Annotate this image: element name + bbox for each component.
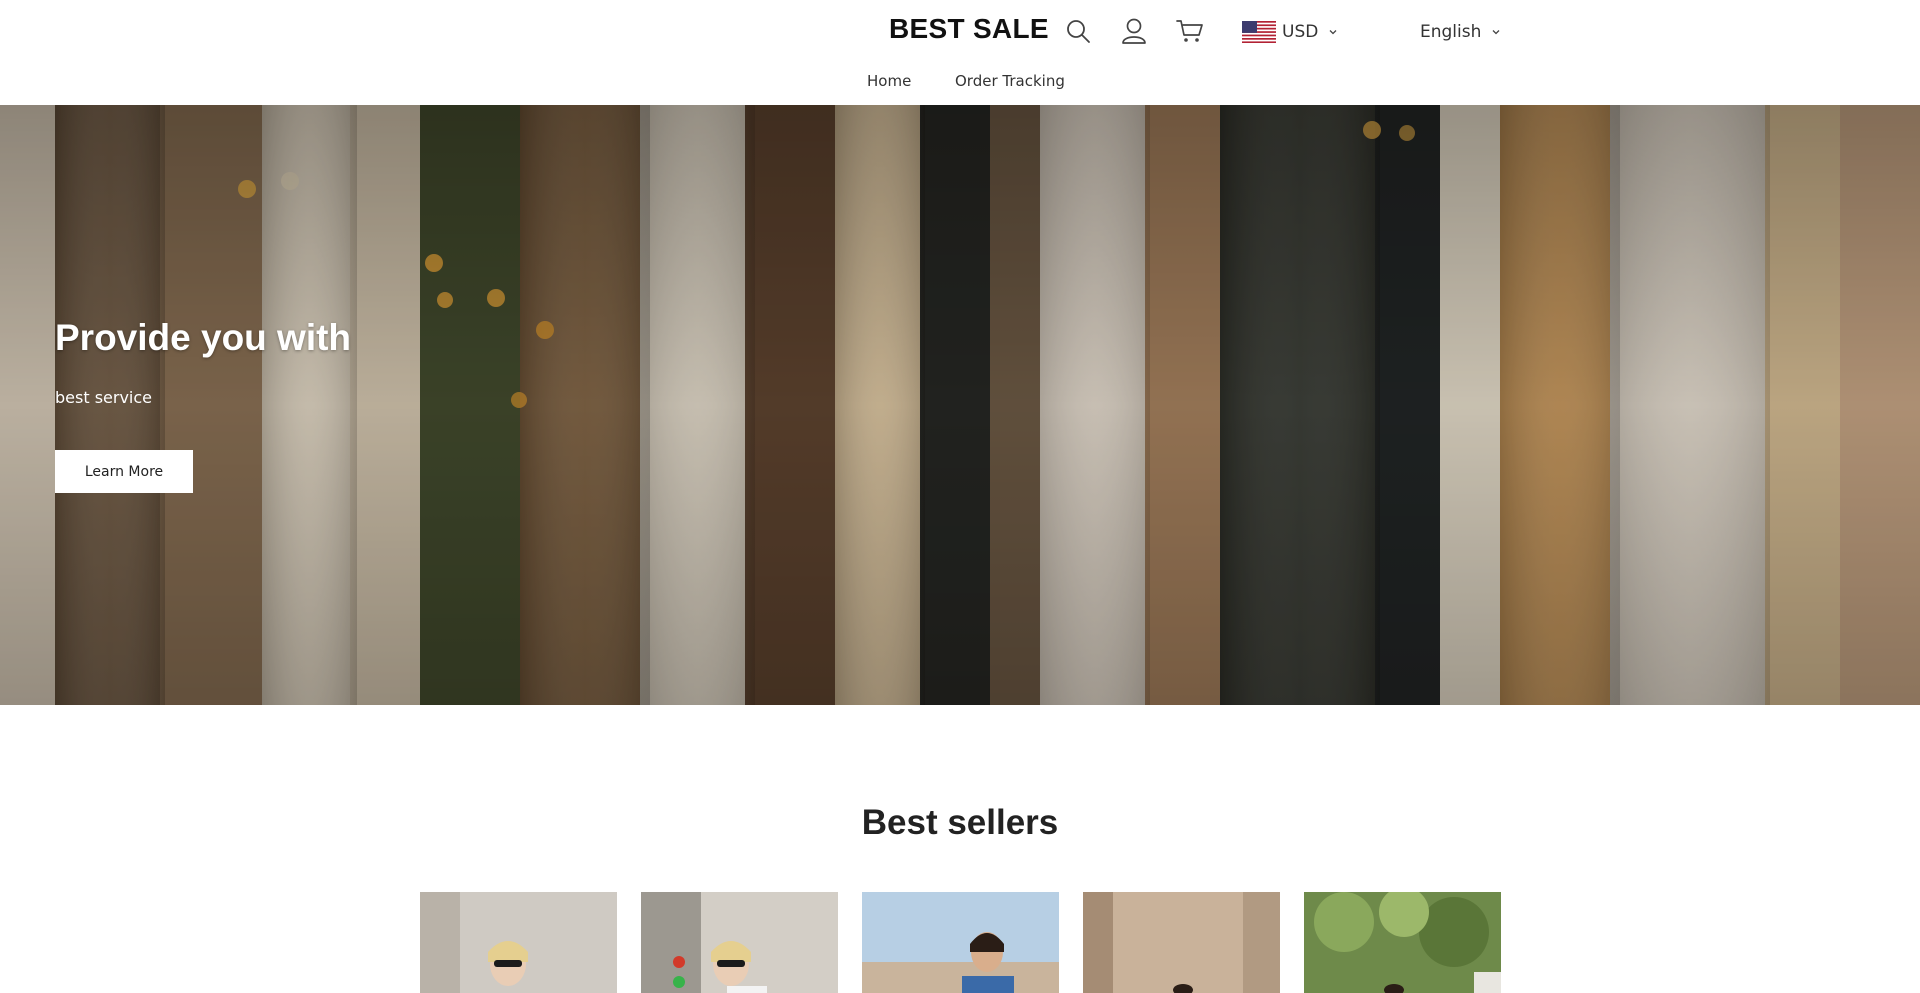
product-image-4	[1083, 892, 1280, 993]
product-image-1	[420, 892, 617, 993]
best-sellers-title: Best sellers	[861, 803, 1059, 842]
site-header: BEST SALE USD English Home Order Trackin…	[0, 0, 1920, 105]
chevron-down-icon	[1329, 30, 1337, 35]
hero-subtitle: best service	[55, 388, 153, 407]
product-image-2	[641, 892, 838, 993]
us-flag-icon	[1242, 21, 1276, 43]
product-card[interactable]	[1083, 892, 1280, 993]
product-image-5	[1304, 892, 1501, 993]
language-label: English	[1420, 22, 1482, 42]
product-card[interactable]	[641, 892, 838, 993]
best-sellers-grid	[420, 892, 1501, 993]
hero-background-image	[0, 105, 1920, 705]
user-icon[interactable]	[1119, 16, 1149, 46]
product-image-3	[862, 892, 1059, 993]
product-card[interactable]	[862, 892, 1059, 993]
site-logo[interactable]: BEST SALE	[889, 13, 1049, 45]
product-card[interactable]	[1304, 892, 1501, 993]
language-selector[interactable]: English	[1420, 18, 1501, 46]
product-card[interactable]	[420, 892, 617, 993]
chevron-down-icon	[1492, 30, 1500, 35]
nav-item-home[interactable]: Home	[867, 72, 911, 90]
hero-banner: Provide you with best service Learn More	[0, 105, 1920, 705]
currency-selector[interactable]: USD	[1242, 18, 1338, 46]
nav-item-order-tracking[interactable]: Order Tracking	[955, 72, 1065, 90]
search-icon[interactable]	[1063, 16, 1093, 46]
currency-label: USD	[1282, 22, 1319, 42]
hero-title: Provide you with	[55, 317, 352, 358]
main-nav: Home Order Tracking	[0, 72, 1920, 96]
cart-icon[interactable]	[1175, 16, 1205, 46]
learn-more-button[interactable]: Learn More	[55, 450, 193, 493]
